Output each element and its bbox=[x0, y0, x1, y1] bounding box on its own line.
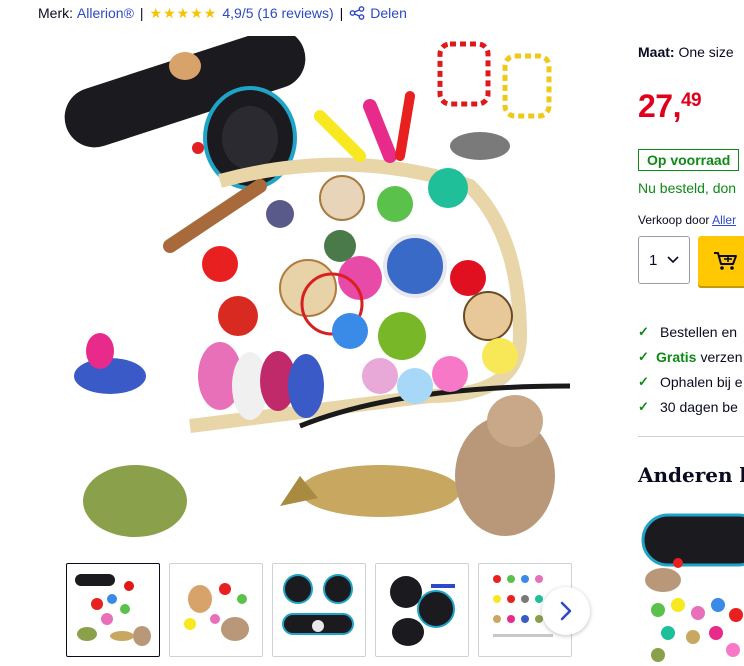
thumbnail-1[interactable] bbox=[66, 563, 160, 657]
quantity-value: 1 bbox=[649, 251, 658, 269]
share-label: Delen bbox=[370, 5, 407, 21]
delivery-text: Nu besteld, don bbox=[638, 180, 737, 196]
size-value: One size bbox=[678, 44, 734, 60]
rating-stars: ★ ★ ★ ★ ★ bbox=[150, 6, 217, 20]
quantity-select[interactable]: 1 bbox=[638, 236, 690, 284]
price-whole: 27, bbox=[638, 88, 681, 124]
main-product-image[interactable] bbox=[50, 36, 590, 551]
seller-link[interactable]: Aller bbox=[712, 213, 736, 227]
thumbnail-4[interactable] bbox=[375, 563, 469, 657]
usp-item: ✓ 30 dagen be bbox=[638, 398, 738, 415]
thumbnail-3[interactable] bbox=[272, 563, 366, 657]
gallery-next-button[interactable] bbox=[542, 587, 590, 635]
seller-info: Verkoop door Aller bbox=[638, 213, 736, 227]
star-icon: ★ bbox=[149, 5, 163, 21]
check-icon: ✓ bbox=[638, 373, 649, 389]
usp-list: ✓ Bestellen en ✓ Gratis verzen ✓ Ophalen bij… bbox=[638, 319, 743, 419]
size-info: Maat: One size bbox=[638, 44, 734, 60]
share-link[interactable]: Delen bbox=[349, 5, 407, 21]
other-product-image bbox=[641, 513, 744, 662]
chevron-down-icon bbox=[667, 256, 679, 264]
check-icon: ✓ bbox=[638, 323, 649, 339]
add-to-cart-button[interactable] bbox=[698, 236, 744, 286]
share-icon bbox=[349, 6, 365, 20]
usp-item: ✓ Bestellen en bbox=[638, 323, 738, 340]
brand-link[interactable]: Allerion® bbox=[77, 5, 134, 21]
check-icon: ✓ bbox=[638, 348, 649, 364]
product-meta-line: Merk: Allerion® | ★ ★ ★ ★ ★ 4,9/5 (16 re… bbox=[38, 5, 407, 21]
rating-text: 4,9/5 (16 reviews) bbox=[222, 5, 334, 21]
others-section-title: Anderen be bbox=[638, 463, 744, 487]
separator: | bbox=[339, 5, 344, 21]
stock-badge: Op voorraad bbox=[638, 149, 740, 171]
other-product-card[interactable] bbox=[638, 505, 744, 666]
usp-item: ✓ Ophalen bij e bbox=[638, 373, 743, 390]
usp-item: ✓ Gratis verzen bbox=[638, 348, 743, 365]
star-icon: ★ bbox=[176, 5, 190, 21]
kitten-image bbox=[455, 395, 555, 536]
rating-link[interactable]: ★ ★ ★ ★ ★ 4,9/5 (16 reviews) bbox=[150, 5, 334, 21]
chevron-right-icon bbox=[560, 601, 572, 621]
spring-toys bbox=[437, 41, 552, 119]
check-icon: ✓ bbox=[638, 398, 649, 414]
thumbnail-2[interactable] bbox=[169, 563, 263, 657]
price: 27,49 bbox=[638, 88, 702, 125]
star-icon: ★ bbox=[203, 5, 217, 21]
cart-icon bbox=[714, 252, 737, 270]
brand-label: Merk: bbox=[38, 5, 73, 21]
price-cents: 49 bbox=[680, 90, 702, 111]
seller-label: Verkoop door bbox=[638, 213, 710, 227]
divider bbox=[638, 436, 744, 437]
star-icon: ★ bbox=[190, 5, 203, 21]
separator: | bbox=[139, 5, 144, 21]
fish-toy bbox=[280, 465, 460, 517]
size-label: Maat: bbox=[638, 44, 675, 60]
thumbnail-strip bbox=[66, 563, 572, 657]
star-icon: ★ bbox=[163, 5, 176, 21]
catnip-pile bbox=[83, 465, 187, 537]
